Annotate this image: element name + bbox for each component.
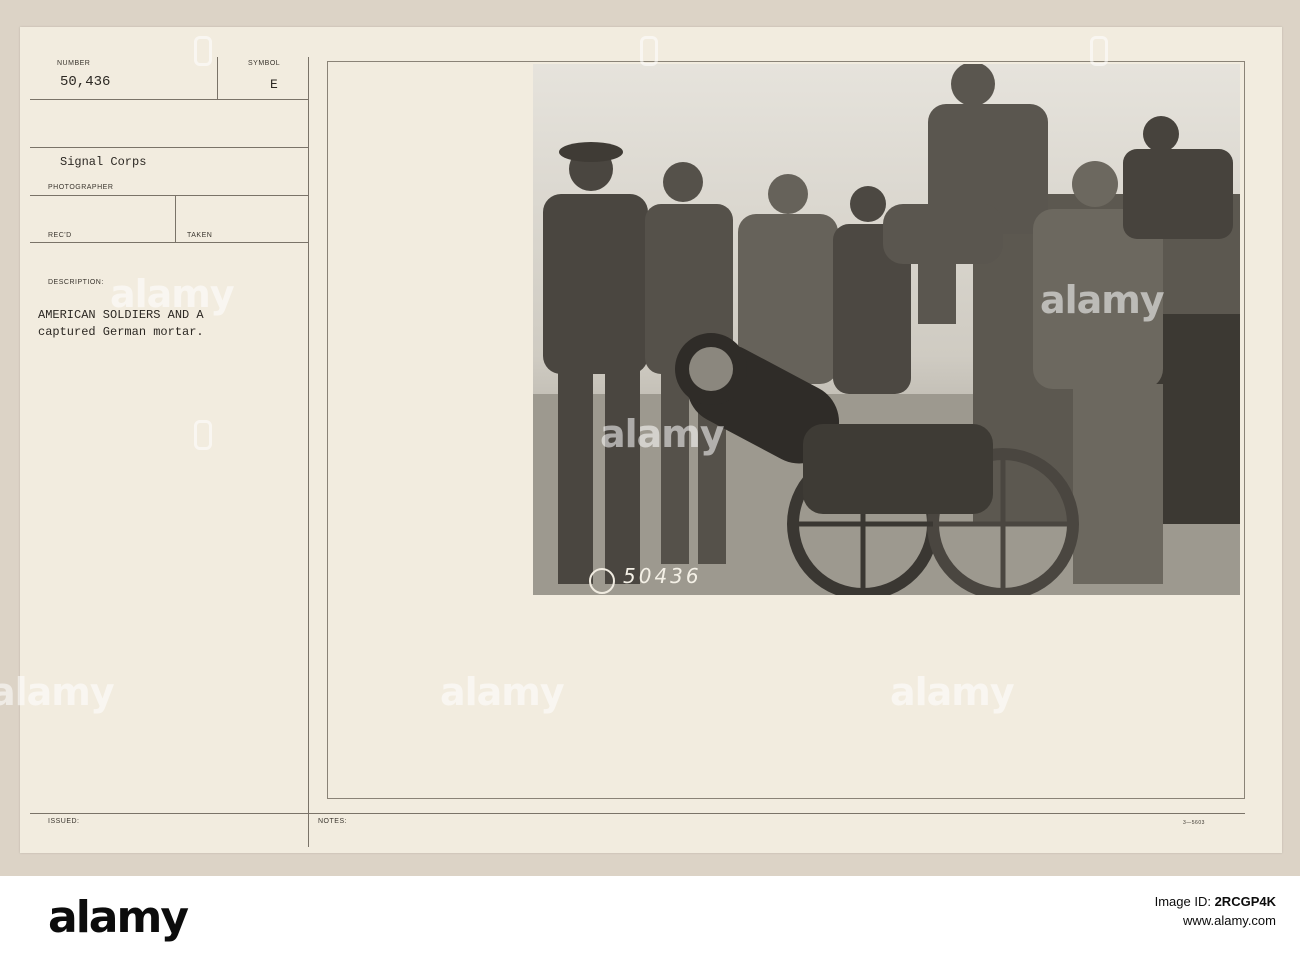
description-line-2: captured German mortar.	[38, 325, 204, 339]
issued-label: ISSUED:	[48, 818, 80, 825]
watermark-logo-icon	[1090, 36, 1108, 66]
number-label: NUMBER	[57, 60, 91, 67]
negative-number: 50436	[623, 564, 702, 588]
site-url[interactable]: www.alamy.com	[1155, 913, 1276, 928]
watermark-logo-icon	[640, 36, 658, 66]
form-code: 3—5603	[1183, 820, 1205, 826]
recd-label: REC'D	[48, 232, 72, 239]
watermark: alamy	[890, 670, 1015, 714]
column-divider	[308, 57, 309, 847]
watermark: alamy	[110, 272, 235, 316]
description-label: DESCRIPTION:	[48, 279, 104, 286]
symbol-label: SYMBOL	[248, 60, 281, 67]
watermark: alamy	[600, 412, 725, 456]
watermark-logo-icon	[194, 420, 212, 450]
row-line	[30, 147, 308, 148]
row-line	[30, 99, 308, 100]
signal-corps-seal	[589, 568, 615, 594]
notes-label: NOTES:	[318, 818, 348, 825]
background: NUMBER 50,436 SYMBOL E Signal Corps PHOT…	[0, 0, 1300, 876]
photographer-label: PHOTOGRAPHER	[48, 184, 114, 191]
number-value: 50,436	[60, 74, 111, 90]
image-id-line: Image ID: 2RCGP4K	[1155, 894, 1276, 909]
photographer-value: Signal Corps	[60, 155, 147, 169]
row-line	[30, 242, 308, 243]
symbol-value: E	[270, 77, 278, 92]
row-line	[30, 195, 308, 196]
header-divider	[217, 57, 218, 99]
watermark: alamy	[440, 670, 565, 714]
image-id: 2RCGP4K	[1214, 894, 1276, 909]
watermark-logo-icon	[194, 36, 212, 66]
recd-divider	[175, 195, 176, 242]
watermark: alamy	[1040, 278, 1165, 322]
alamy-logo[interactable]: alamy	[48, 892, 189, 943]
image-info: Image ID: 2RCGP4K www.alamy.com	[1155, 894, 1276, 928]
image-id-label: Image ID:	[1154, 894, 1215, 909]
photograph-image	[533, 64, 1240, 595]
soldiers-photograph: 50436	[533, 64, 1240, 595]
taken-label: TAKEN	[187, 232, 213, 239]
footer-bar: alamy Image ID: 2RCGP4K www.alamy.com	[0, 876, 1300, 965]
bottom-line	[30, 813, 1245, 814]
watermark: alamy	[0, 670, 115, 714]
